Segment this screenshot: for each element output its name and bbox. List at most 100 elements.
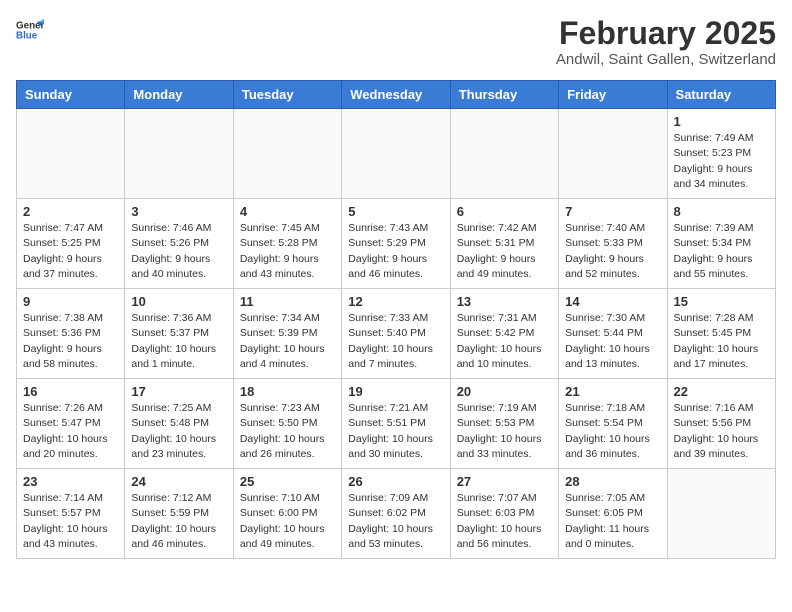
calendar-cell: 10 Sunrise: 7:36 AMSunset: 5:37 PMDayligh… — [125, 289, 233, 379]
day-info: Sunrise: 7:49 AMSunset: 5:23 PMDaylight:… — [674, 131, 769, 192]
calendar-cell — [233, 109, 341, 199]
calendar-cell: 6 Sunrise: 7:42 AMSunset: 5:31 PMDaylight… — [450, 199, 558, 289]
calendar-cell: 26 Sunrise: 7:09 AMSunset: 6:02 PMDayligh… — [342, 469, 450, 559]
column-header-thursday: Thursday — [450, 81, 558, 109]
logo: General Blue — [16, 16, 44, 44]
logo-icon: General Blue — [16, 16, 44, 44]
calendar-cell: 4Sunrise: 7:45 AMSunset: 5:28 PMDaylight… — [233, 199, 341, 289]
calendar-cell: 3Sunrise: 7:46 AMSunset: 5:26 PMDaylight… — [125, 199, 233, 289]
day-info: Sunrise: 7:45 AMSunset: 5:28 PMDaylight:… — [240, 221, 335, 282]
day-number: 23 — [23, 474, 118, 489]
calendar-cell: 13Sunrise: 7:31 AMSunset: 5:42 PMDayligh… — [450, 289, 558, 379]
column-header-sunday: Sunday — [17, 81, 125, 109]
day-number: 25 — [240, 474, 335, 489]
calendar-table: SundayMondayTuesdayWednesdayThursdayFrid… — [16, 80, 776, 559]
day-number: 11 — [240, 294, 335, 309]
day-number: 26 — [348, 474, 443, 489]
day-info: Sunrise: 7:18 AMSunset: 5:54 PMDaylight:… — [565, 401, 660, 462]
calendar-week-4: 16 Sunrise: 7:26 AMSunset: 5:47 PMDayligh… — [17, 379, 776, 469]
calendar-week-5: 23 Sunrise: 7:14 AMSunset: 5:57 PMDayligh… — [17, 469, 776, 559]
calendar-cell: 28 Sunrise: 7:05 AMSunset: 6:05 PMDayligh… — [559, 469, 667, 559]
title-area: February 2025 Andwil, Saint Gallen, Swit… — [556, 16, 776, 68]
calendar-cell: 17 Sunrise: 7:25 AMSunset: 5:48 PMDayligh… — [125, 379, 233, 469]
day-number: 10 — [131, 294, 226, 309]
day-number: 22 — [674, 384, 769, 399]
calendar-cell — [450, 109, 558, 199]
calendar-cell: 16 Sunrise: 7:26 AMSunset: 5:47 PMDayligh… — [17, 379, 125, 469]
calendar-cell: 21 Sunrise: 7:18 AMSunset: 5:54 PMDayligh… — [559, 379, 667, 469]
column-header-wednesday: Wednesday — [342, 81, 450, 109]
day-info: Sunrise: 7:42 AMSunset: 5:31 PMDaylight:… — [457, 221, 552, 282]
day-info: Sunrise: 7:12 AMSunset: 5:59 PMDaylight:… — [131, 491, 226, 552]
day-number: 16 — [23, 384, 118, 399]
day-info: Sunrise: 7:05 AMSunset: 6:05 PMDaylight:… — [565, 491, 660, 552]
calendar-cell — [667, 469, 775, 559]
day-info: Sunrise: 7:25 AMSunset: 5:48 PMDaylight:… — [131, 401, 226, 462]
calendar-cell: 7Sunrise: 7:40 AMSunset: 5:33 PMDaylight… — [559, 199, 667, 289]
calendar-cell — [342, 109, 450, 199]
day-number: 2 — [23, 204, 118, 219]
day-info: Sunrise: 7:26 AMSunset: 5:47 PMDaylight:… — [23, 401, 118, 462]
day-info: Sunrise: 7:16 AMSunset: 5:56 PMDaylight:… — [674, 401, 769, 462]
calendar-cell: 12Sunrise: 7:33 AMSunset: 5:40 PMDayligh… — [342, 289, 450, 379]
column-header-friday: Friday — [559, 81, 667, 109]
day-info: Sunrise: 7:30 AMSunset: 5:44 PMDaylight:… — [565, 311, 660, 372]
calendar-cell: 5 Sunrise: 7:43 AMSunset: 5:29 PMDaylight… — [342, 199, 450, 289]
calendar-cell: 1 Sunrise: 7:49 AMSunset: 5:23 PMDaylight… — [667, 109, 775, 199]
page-header: General Blue February 2025 Andwil, Saint… — [16, 16, 776, 68]
day-info: Sunrise: 7:14 AMSunset: 5:57 PMDaylight:… — [23, 491, 118, 552]
calendar-cell — [125, 109, 233, 199]
day-number: 1 — [674, 114, 769, 129]
day-info: Sunrise: 7:47 AMSunset: 5:25 PMDaylight:… — [23, 221, 118, 282]
day-info: Sunrise: 7:09 AMSunset: 6:02 PMDaylight:… — [348, 491, 443, 552]
calendar-cell: 23 Sunrise: 7:14 AMSunset: 5:57 PMDayligh… — [17, 469, 125, 559]
day-number: 24 — [131, 474, 226, 489]
calendar-cell: 18 Sunrise: 7:23 AMSunset: 5:50 PMDayligh… — [233, 379, 341, 469]
calendar-cell: 14 Sunrise: 7:30 AMSunset: 5:44 PMDayligh… — [559, 289, 667, 379]
day-info: Sunrise: 7:21 AMSunset: 5:51 PMDaylight:… — [348, 401, 443, 462]
day-number: 9 — [23, 294, 118, 309]
day-info: Sunrise: 7:38 AMSunset: 5:36 PMDaylight:… — [23, 311, 118, 372]
svg-text:Blue: Blue — [16, 30, 38, 41]
day-number: 8 — [674, 204, 769, 219]
calendar-header-row: SundayMondayTuesdayWednesdayThursdayFrid… — [17, 81, 776, 109]
location-subtitle: Andwil, Saint Gallen, Switzerland — [556, 51, 776, 68]
day-number: 14 — [565, 294, 660, 309]
day-number: 12 — [348, 294, 443, 309]
day-number: 13 — [457, 294, 552, 309]
day-info: Sunrise: 7:10 AMSunset: 6:00 PMDaylight:… — [240, 491, 335, 552]
day-info: Sunrise: 7:43 AMSunset: 5:29 PMDaylight:… — [348, 221, 443, 282]
day-number: 17 — [131, 384, 226, 399]
calendar-cell — [17, 109, 125, 199]
day-info: Sunrise: 7:34 AMSunset: 5:39 PMDaylight:… — [240, 311, 335, 372]
calendar-cell — [559, 109, 667, 199]
day-number: 27 — [457, 474, 552, 489]
day-number: 5 — [348, 204, 443, 219]
day-number: 20 — [457, 384, 552, 399]
day-info: Sunrise: 7:28 AMSunset: 5:45 PMDaylight:… — [674, 311, 769, 372]
calendar-cell: 8 Sunrise: 7:39 AMSunset: 5:34 PMDaylight… — [667, 199, 775, 289]
calendar-cell: 2 Sunrise: 7:47 AMSunset: 5:25 PMDaylight… — [17, 199, 125, 289]
column-header-tuesday: Tuesday — [233, 81, 341, 109]
month-title: February 2025 — [556, 16, 776, 51]
calendar-cell: 19 Sunrise: 7:21 AMSunset: 5:51 PMDayligh… — [342, 379, 450, 469]
day-number: 6 — [457, 204, 552, 219]
calendar-cell: 27 Sunrise: 7:07 AMSunset: 6:03 PMDayligh… — [450, 469, 558, 559]
day-number: 15 — [674, 294, 769, 309]
calendar-cell: 15 Sunrise: 7:28 AMSunset: 5:45 PMDayligh… — [667, 289, 775, 379]
day-number: 28 — [565, 474, 660, 489]
day-info: Sunrise: 7:36 AMSunset: 5:37 PMDaylight:… — [131, 311, 226, 372]
day-info: Sunrise: 7:07 AMSunset: 6:03 PMDaylight:… — [457, 491, 552, 552]
column-header-saturday: Saturday — [667, 81, 775, 109]
day-number: 19 — [348, 384, 443, 399]
column-header-monday: Monday — [125, 81, 233, 109]
day-info: Sunrise: 7:40 AMSunset: 5:33 PMDaylight:… — [565, 221, 660, 282]
day-info: Sunrise: 7:39 AMSunset: 5:34 PMDaylight:… — [674, 221, 769, 282]
day-info: Sunrise: 7:23 AMSunset: 5:50 PMDaylight:… — [240, 401, 335, 462]
calendar-cell: 20 Sunrise: 7:19 AMSunset: 5:53 PMDayligh… — [450, 379, 558, 469]
day-number: 18 — [240, 384, 335, 399]
day-number: 21 — [565, 384, 660, 399]
calendar-week-3: 9 Sunrise: 7:38 AMSunset: 5:36 PMDaylight… — [17, 289, 776, 379]
day-info: Sunrise: 7:19 AMSunset: 5:53 PMDaylight:… — [457, 401, 552, 462]
calendar-cell: 25 Sunrise: 7:10 AMSunset: 6:00 PMDayligh… — [233, 469, 341, 559]
